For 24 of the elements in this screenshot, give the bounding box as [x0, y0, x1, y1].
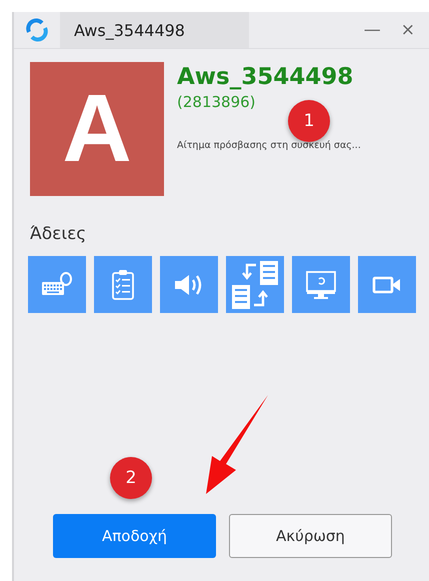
permission-toggle[interactable]	[94, 256, 152, 313]
permission-toggle[interactable]	[160, 256, 218, 313]
monitor-icon	[305, 270, 337, 300]
cancel-button[interactable]: Ακύρωση	[229, 514, 392, 558]
file-transfer-icon	[230, 258, 280, 310]
step-marker: 1	[288, 100, 330, 142]
permission-toggle[interactable]	[28, 256, 86, 313]
keyboard-mouse-icon	[41, 272, 73, 298]
permission-toggle[interactable]	[292, 256, 350, 313]
close-button[interactable]: ×	[400, 20, 415, 40]
video-camera-icon	[372, 274, 402, 294]
window-tab[interactable]: Aws_3544498	[60, 12, 249, 48]
app-logo-icon	[25, 18, 49, 42]
requester-name: Aws_3544498	[177, 64, 354, 90]
permissions-title: Άδειες	[30, 224, 88, 244]
requester-id: (2813896)	[177, 93, 257, 111]
minimize-button[interactable]: —	[364, 20, 381, 40]
permission-toggle[interactable]	[358, 256, 416, 313]
permission-toggle[interactable]	[226, 256, 284, 313]
step-marker: 2	[110, 457, 152, 499]
accept-button[interactable]: Αποδοχή	[53, 514, 216, 558]
request-message: Αίτημα πρόσβασης στη συσκευή σας...	[177, 140, 361, 151]
clipboard-checklist-icon	[111, 268, 135, 300]
avatar: A	[30, 62, 164, 196]
